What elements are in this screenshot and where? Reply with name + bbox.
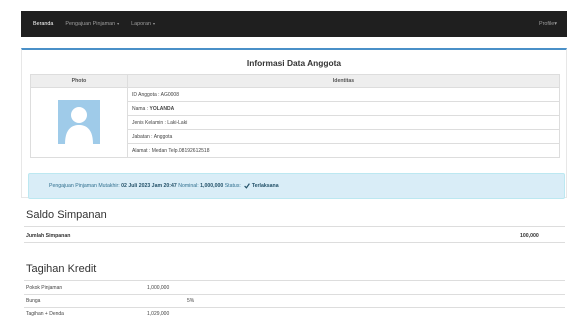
nav-profile[interactable]: Profile▾ — [539, 21, 557, 27]
header-photo: Photo — [30, 74, 128, 88]
saldo-title: Saldo Simpanan — [26, 209, 107, 221]
divider — [24, 242, 565, 243]
identity-row-address: Alamat : Medan Telp.08192612518 — [127, 143, 560, 158]
saldo-value: 100,000 — [520, 233, 539, 239]
member-info-table: Photo Identitas ID Anggota : AG0008 Nama… — [30, 74, 560, 158]
divider — [24, 280, 565, 281]
identity-row-id: ID Anggota : AG0008 — [127, 87, 560, 102]
kredit-value: 5% — [187, 298, 195, 304]
kredit-label: Pokok Pinjaman — [26, 285, 63, 291]
top-navbar: Beranda Pengajuan Pinjaman ▾ Laporan ▾ Pro… — [21, 11, 567, 37]
kredit-label: Bunga — [26, 298, 41, 304]
position-value: Anggota — [153, 133, 173, 140]
divider — [24, 307, 565, 308]
identity-row-gender: Jenis Kelamin : Laki-Laki — [127, 115, 560, 130]
nav-pengajuan-pinjaman[interactable]: Pengajuan Pinjaman ▾ — [65, 21, 119, 27]
latest-loan-alert: Pengajuan Pinjaman Mutakhir: 02 Juli 202… — [28, 173, 565, 199]
saldo-label: Jumlah Simpanan — [26, 233, 71, 239]
header-identity: Identitas — [127, 74, 560, 88]
photo-cell — [30, 87, 128, 158]
kredit-row-tagihan: Tagihan + Denda 1,029,000 — [26, 311, 176, 319]
kredit-row-pokok: Pokok Pinjaman 1,000,000 — [26, 285, 176, 293]
nav-laporan[interactable]: Laporan ▾ — [131, 21, 155, 27]
divider — [24, 226, 565, 227]
user-silhouette-icon — [65, 106, 93, 144]
chevron-down-icon: ▾ — [554, 21, 557, 27]
alert-prefix: Pengajuan Pinjaman Mutakhir: — [49, 183, 120, 189]
nav-beranda[interactable]: Beranda — [33, 21, 53, 27]
divider — [24, 294, 565, 295]
gender-label: Jenis Kelamin : — [132, 119, 168, 126]
avatar — [58, 99, 100, 144]
alert-nominal: 1,000,000 — [200, 183, 224, 189]
panel-title: Informasi Data Anggota — [246, 58, 342, 68]
id-label: ID Anggota : — [132, 91, 161, 98]
kredit-value: 1,029,000 — [147, 311, 170, 317]
kredit-label: Tagihan + Denda — [26, 311, 64, 317]
address-label: Alamat : — [132, 147, 152, 154]
alert-status-label: Status: — [224, 183, 241, 189]
nav-profile-label: Profile — [539, 21, 555, 27]
alert-date: 02 Juli 2023 Jam 20:47 — [121, 183, 177, 189]
nav-pengajuan-label: Pengajuan Pinjaman — [65, 21, 116, 27]
identity-row-position: Jabatan : Anggota — [127, 129, 560, 144]
kredit-value: 1,000,000 — [147, 285, 170, 291]
position-label: Jabatan : — [132, 133, 154, 140]
id-value: AG0008 — [160, 91, 179, 98]
kredit-row-bunga: Bunga 5% — [26, 298, 194, 306]
address-value: Medan Telp.08192612518 — [151, 147, 210, 154]
alert-nominal-label: Nominal: — [178, 183, 199, 189]
alert-status: Terlaksana — [251, 183, 279, 189]
tagihan-title: Tagihan Kredit — [26, 263, 97, 275]
chevron-down-icon: ▾ — [117, 21, 120, 26]
chevron-down-icon: ▾ — [152, 21, 155, 26]
check-icon — [244, 183, 250, 189]
identity-row-name: Nama : YOLANDA — [127, 101, 560, 116]
name-value: YOLANDA — [149, 105, 175, 112]
nav-laporan-label: Laporan — [131, 21, 151, 27]
name-label: Nama : — [132, 105, 150, 112]
gender-value: Laki-Laki — [167, 119, 188, 126]
